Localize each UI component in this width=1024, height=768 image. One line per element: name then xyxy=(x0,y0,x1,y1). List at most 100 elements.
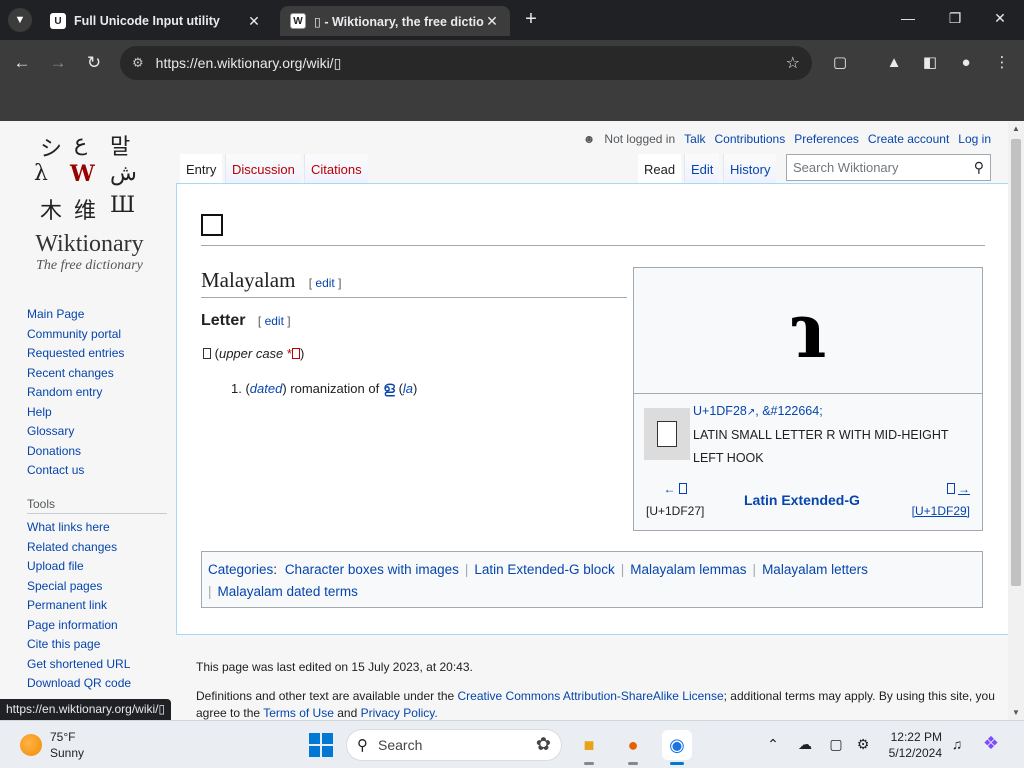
cc-license-link[interactable]: Creative Commons Attribution-ShareAlike … xyxy=(458,689,724,703)
sidebar-item-random-entry[interactable]: Random entry xyxy=(27,383,167,403)
logo-glyph: λ xyxy=(34,161,48,186)
unicode-codepoint-link[interactable]: U+1DF28 xyxy=(693,404,747,418)
category-link[interactable]: Latin Extended-G block xyxy=(474,562,614,577)
sidebar-item-cite-this-page[interactable]: Cite this page xyxy=(27,635,167,655)
network-offline-icon[interactable]: ☁ xyxy=(794,736,816,753)
minimize-button[interactable]: — xyxy=(893,10,923,26)
firefox-icon[interactable]: ● xyxy=(618,730,648,765)
sidebar-item-special-pages[interactable]: Special pages xyxy=(27,577,167,597)
tab-entry[interactable]: Entry xyxy=(180,154,223,184)
html-entity-link[interactable]: &#122664; xyxy=(762,404,822,418)
category-link[interactable]: Malayalam letters xyxy=(762,562,868,577)
close-icon[interactable]: ✕ xyxy=(246,13,262,30)
copilot-icon[interactable]: ❖ xyxy=(980,733,1002,754)
taskbar-search[interactable]: ⚲ Search ✿ xyxy=(346,729,562,761)
scroll-up-arrow-icon[interactable]: ▲ xyxy=(1008,124,1024,133)
category-link[interactable]: Malayalam lemmas xyxy=(630,562,746,577)
restore-button[interactable]: ❐ xyxy=(940,10,970,27)
logo-glyph: シ xyxy=(40,137,63,162)
sidebar-item-donations[interactable]: Donations xyxy=(27,442,167,462)
category-links: Categories: Character boxes with images |… xyxy=(201,551,983,608)
labs-flask-icon[interactable]: ▲ xyxy=(882,51,906,75)
talk-link[interactable]: Talk xyxy=(684,132,705,146)
missing-glyph-box xyxy=(201,214,223,236)
preferences-link[interactable]: Preferences xyxy=(794,132,859,146)
show-hidden-icons-chevron-icon[interactable]: ⌃ xyxy=(762,736,784,753)
search-input[interactable]: Search Wiktionary ⚲ xyxy=(786,154,991,181)
start-button[interactable] xyxy=(309,733,333,757)
sidebar-item-download-qr-code[interactable]: Download QR code xyxy=(27,674,167,694)
sidebar-item-upload-file[interactable]: Upload file xyxy=(27,557,167,577)
profile-avatar-icon[interactable]: ● xyxy=(954,51,978,75)
sidebar-item-glossary[interactable]: Glossary xyxy=(27,422,167,442)
sidebar-item-recent-changes[interactable]: Recent changes xyxy=(27,364,167,384)
file-explorer-icon[interactable]: ■ xyxy=(574,730,604,765)
site-info-icon[interactable]: ⚙ xyxy=(132,55,144,71)
category-link[interactable]: Malayalam dated terms xyxy=(218,584,358,599)
forward-button[interactable]: → xyxy=(46,51,70,75)
edit-section-link[interactable]: edit xyxy=(315,276,334,290)
chrome-icon[interactable]: ◉ xyxy=(662,730,692,765)
bookmark-star-icon[interactable]: ☆ xyxy=(786,53,800,73)
search-icon[interactable]: ⚲ xyxy=(974,159,984,176)
sidebar-item-permanent-link[interactable]: Permanent link xyxy=(27,596,167,616)
sun-weather-icon[interactable] xyxy=(20,734,42,756)
system-clock[interactable]: 12:22 PM 5/12/2024 xyxy=(884,729,942,761)
categories-label-link[interactable]: Categories xyxy=(208,562,273,577)
weather-widget[interactable]: 75°F Sunny xyxy=(50,729,84,761)
page-scrollbar[interactable]: ▲ ▼ xyxy=(1008,121,1024,720)
dated-link[interactable]: dated xyxy=(250,381,283,396)
close-icon[interactable]: ✕ xyxy=(484,13,500,30)
tab-search-button[interactable]: ▼ xyxy=(8,8,32,32)
upper-case-link[interactable]: * xyxy=(287,346,300,361)
sidebar-item-community-portal[interactable]: Community portal xyxy=(27,325,167,345)
edit-subsection-link[interactable]: edit xyxy=(265,314,284,328)
terms-of-use-link[interactable]: Terms of Use xyxy=(263,706,334,720)
close-window-button[interactable]: ✕ xyxy=(985,10,1015,27)
previous-character[interactable]: ← [U+1DF27] xyxy=(646,482,704,518)
side-panel-icon[interactable]: ◧ xyxy=(918,51,942,75)
menu-kebab-icon[interactable]: ⋮ xyxy=(990,51,1014,75)
sidebar-item-what-links-here[interactable]: What links here xyxy=(27,518,167,538)
character-image-thumb[interactable] xyxy=(644,408,690,460)
notification-bell-icon[interactable]: ♫ xyxy=(946,736,968,752)
tab-edit[interactable]: Edit xyxy=(684,154,720,184)
sidebar-item-main-page[interactable]: Main Page xyxy=(27,305,167,325)
contributions-link[interactable]: Contributions xyxy=(714,132,785,146)
reload-button[interactable]: ↻ xyxy=(82,51,106,75)
tab-citations[interactable]: Citations xyxy=(304,154,368,184)
display-icon[interactable]: ▢ xyxy=(825,736,847,753)
sidebar-item-contact-us[interactable]: Contact us xyxy=(27,461,167,481)
scroll-down-arrow-icon[interactable]: ▼ xyxy=(1008,708,1024,717)
create-account-link[interactable]: Create account xyxy=(868,132,949,146)
sidebar-item-page-information[interactable]: Page information xyxy=(27,616,167,636)
log-in-link[interactable]: Log in xyxy=(958,132,991,146)
privacy-policy-link[interactable]: Privacy Policy. xyxy=(361,706,438,720)
next-arrow-icon[interactable]: → xyxy=(958,482,970,496)
scrollbar-thumb[interactable] xyxy=(1011,139,1021,586)
category-link[interactable]: Character boxes with images xyxy=(285,562,459,577)
settings-sync-icon[interactable]: ⚙ xyxy=(852,736,874,753)
prev-code-link[interactable]: [U+1DF27] xyxy=(646,504,704,518)
wiktionary-logo[interactable]: シ ع 말 λ W ش 木 维 Ш Wiktionary The free di… xyxy=(22,127,157,287)
next-character[interactable]: → [U+1DF29] xyxy=(912,482,970,518)
next-code-link[interactable]: [U+1DF29] xyxy=(912,504,970,518)
sidebar-item-get-shortened-url[interactable]: Get shortened URL xyxy=(27,655,167,675)
unicode-block-link[interactable]: Latin Extended-G xyxy=(744,492,860,508)
extensions-icon[interactable]: ▢ xyxy=(828,51,852,75)
logo-wordmark: Wiktionary xyxy=(35,231,144,257)
new-tab-button[interactable]: + xyxy=(520,9,542,30)
malayalam-letter-link[interactable]: ള xyxy=(383,378,395,397)
sidebar-item-help[interactable]: Help xyxy=(27,403,167,423)
prev-arrow-icon[interactable]: ← xyxy=(664,482,676,496)
tab-read[interactable]: Read xyxy=(638,154,682,184)
link-status-bar: https://en.wiktionary.org/wiki/▯ xyxy=(0,699,172,720)
sidebar-item-related-changes[interactable]: Related changes xyxy=(27,538,167,558)
sidebar-item-requested-entries[interactable]: Requested entries xyxy=(27,344,167,364)
back-button[interactable]: ← xyxy=(10,51,34,75)
address-bar[interactable]: ⚙ https://en.wiktionary.org/wiki/▯ ☆ xyxy=(120,46,812,80)
tab-history[interactable]: History xyxy=(723,154,777,184)
tab-unicode-input[interactable]: U Full Unicode Input utility ✕ xyxy=(40,6,272,36)
tab-discussion[interactable]: Discussion xyxy=(225,154,301,184)
tab-wiktionary[interactable]: W ▯ - Wiktionary, the free dictionary ✕ xyxy=(280,6,510,36)
